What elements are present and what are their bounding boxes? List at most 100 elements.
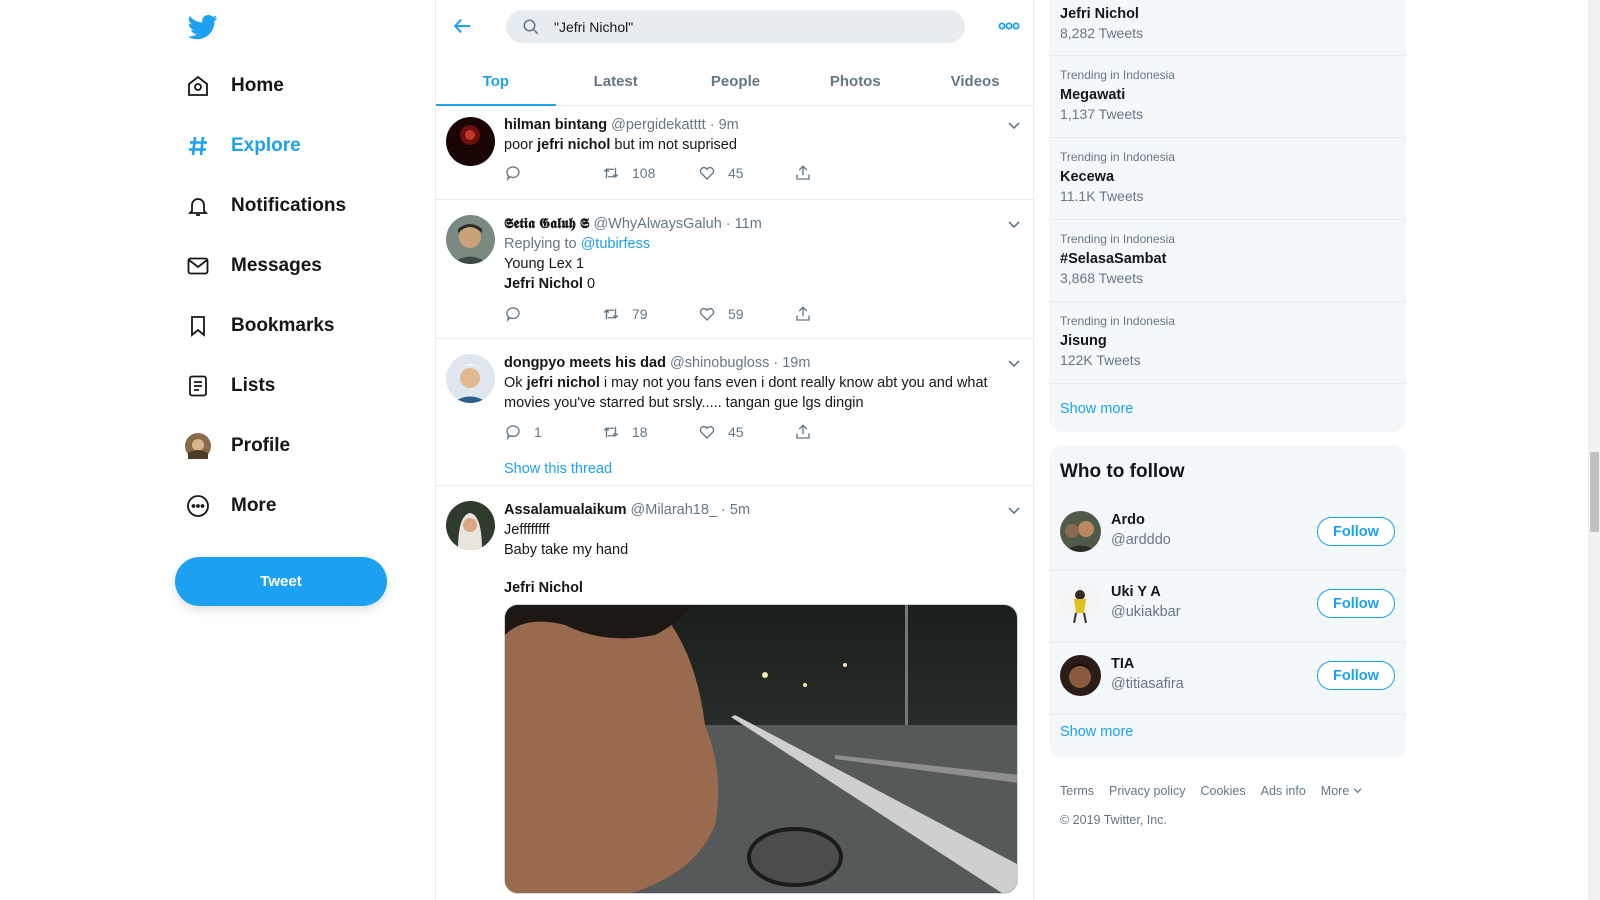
- follow-suggestion[interactable]: Uki Y A @ukiakbar Follow: [1049, 571, 1406, 643]
- tab-latest[interactable]: Latest: [556, 58, 676, 105]
- follow-suggestion[interactable]: TIA @titiasafira Follow: [1049, 643, 1406, 715]
- tab-photos[interactable]: Photos: [795, 58, 915, 105]
- trends-show-more[interactable]: Show more: [1060, 401, 1133, 417]
- more-options-icon[interactable]: [998, 19, 1020, 33]
- like-button[interactable]: 59: [698, 304, 744, 324]
- tab-videos[interactable]: Videos: [915, 58, 1035, 105]
- footer-more-link[interactable]: More: [1321, 784, 1362, 798]
- tweet-author-handle[interactable]: @shinobugloss: [670, 355, 769, 371]
- follow-suggestion-handle: @ukiakbar: [1111, 604, 1181, 620]
- follow-button[interactable]: Follow: [1317, 517, 1395, 546]
- footer-terms-link[interactable]: Terms: [1060, 784, 1094, 798]
- page-scrollbar[interactable]: [1588, 0, 1600, 900]
- retweet-button[interactable]: 18: [602, 422, 648, 442]
- nav-bookmarks[interactable]: Bookmarks: [185, 306, 335, 346]
- avatar[interactable]: [446, 117, 495, 166]
- tab-people[interactable]: People: [676, 58, 796, 105]
- tweet-timestamp[interactable]: 9m: [719, 117, 739, 133]
- tweet-button[interactable]: Tweet: [175, 557, 387, 606]
- trend-item[interactable]: Jefri Nichol 8,282 Tweets: [1049, 0, 1406, 56]
- tweet-photo[interactable]: [504, 604, 1018, 894]
- tweet-text-part: but im not suprised: [610, 137, 737, 153]
- tweet[interactable]: dongpyo meets his dad @shinobugloss · 19…: [436, 339, 1035, 486]
- tweet-header: dongpyo meets his dad @shinobugloss · 19…: [504, 355, 811, 371]
- search-results-column: "Jefri Nichol" Top Latest People Photos …: [435, 0, 1035, 900]
- retweet-icon: [603, 426, 619, 438]
- chevron-down-icon[interactable]: [1007, 503, 1021, 517]
- who-to-follow-show-more[interactable]: Show more: [1060, 724, 1133, 740]
- back-arrow-icon[interactable]: [452, 15, 474, 37]
- nav-explore-label: Explore: [231, 135, 301, 156]
- chevron-down-icon[interactable]: [1007, 356, 1021, 370]
- tweet-timestamp[interactable]: 11m: [735, 216, 762, 232]
- tweet-author-handle[interactable]: @pergidekatttt: [611, 117, 706, 133]
- nav-profile[interactable]: Profile: [185, 426, 290, 466]
- reply-button[interactable]: [504, 163, 534, 183]
- tweet-text-part: Ok: [504, 375, 527, 391]
- avatar[interactable]: [1060, 583, 1101, 624]
- tweet-timestamp[interactable]: 19m: [782, 355, 810, 371]
- follow-suggestion-name[interactable]: Uki Y A: [1111, 584, 1161, 600]
- chevron-down-icon[interactable]: [1007, 118, 1021, 132]
- replying-to-link[interactable]: @tubirfess: [581, 236, 651, 252]
- search-input[interactable]: "Jefri Nichol": [506, 10, 965, 43]
- nav-notifications[interactable]: Notifications: [185, 186, 346, 226]
- footer-ads-info-link[interactable]: Ads info: [1261, 784, 1306, 798]
- tweet-author-name[interactable]: hilman bintang: [504, 117, 607, 133]
- share-button[interactable]: [794, 422, 824, 442]
- reply-button[interactable]: 1: [504, 422, 542, 442]
- tweet[interactable]: 𝕾𝖊𝖙𝖎𝖆 𝕲𝖆𝖑𝖚𝖍 𝕾 @WhyAlwaysGaluh · 11m Repl…: [436, 200, 1035, 339]
- nav-messages[interactable]: Messages: [185, 246, 322, 286]
- footer-privacy-link[interactable]: Privacy policy: [1109, 784, 1185, 798]
- trend-item[interactable]: Trending in Indonesia Megawati 1,137 Twe…: [1049, 56, 1406, 138]
- nav-home[interactable]: Home: [185, 66, 284, 106]
- follow-suggestion-name[interactable]: Ardo: [1111, 512, 1145, 528]
- trend-item[interactable]: Trending in Indonesia #SelasaSambat 3,86…: [1049, 220, 1406, 302]
- tweet-timestamp[interactable]: 5m: [730, 502, 750, 518]
- reply-button[interactable]: [504, 304, 534, 324]
- like-count: 59: [728, 306, 744, 322]
- trend-item[interactable]: Trending in Indonesia Kecewa 11.1K Tweet…: [1049, 138, 1406, 220]
- tweet-author-name[interactable]: dongpyo meets his dad: [504, 355, 666, 371]
- tweet-author-handle[interactable]: @Milarah18_: [631, 502, 717, 518]
- follow-suggestion[interactable]: Ardo @ardddo Follow: [1049, 499, 1406, 571]
- scrollbar-thumb[interactable]: [1590, 452, 1599, 532]
- tweet[interactable]: Assalamualaikum @Milarah18_ · 5m Jefffff…: [436, 486, 1035, 900]
- avatar[interactable]: [1060, 511, 1101, 552]
- like-button[interactable]: 45: [698, 163, 744, 183]
- tweet-author-name[interactable]: Assalamualaikum: [504, 502, 627, 518]
- tweet-author-handle[interactable]: @WhyAlwaysGaluh: [593, 216, 721, 232]
- share-button[interactable]: [794, 163, 824, 183]
- like-button[interactable]: 45: [698, 422, 744, 442]
- follow-button[interactable]: Follow: [1317, 589, 1395, 618]
- follow-button[interactable]: Follow: [1317, 661, 1395, 690]
- retweet-button[interactable]: 79: [602, 304, 648, 324]
- nav-explore[interactable]: Explore: [185, 126, 301, 166]
- retweet-button[interactable]: 108: [602, 163, 655, 183]
- twitter-bird-icon[interactable]: [188, 12, 218, 42]
- chevron-down-icon: [1353, 788, 1362, 794]
- avatar[interactable]: [446, 354, 495, 403]
- avatar[interactable]: [446, 215, 495, 264]
- tweet[interactable]: hilman bintang @pergidekatttt · 9m poor …: [436, 107, 1035, 200]
- trend-name: Jisung: [1060, 333, 1107, 349]
- follow-suggestion-name[interactable]: TIA: [1111, 656, 1134, 672]
- home-icon: [185, 73, 211, 99]
- tweet-text-highlight: Jefri Nichol: [504, 580, 583, 596]
- avatar[interactable]: [1060, 655, 1101, 696]
- share-button[interactable]: [794, 304, 824, 324]
- tab-top[interactable]: Top: [436, 58, 556, 106]
- tweet-text: poor jefri nichol but im not suprised: [504, 135, 1023, 155]
- tweet-author-name[interactable]: 𝕾𝖊𝖙𝖎𝖆 𝕲𝖆𝖑𝖚𝖍 𝕾: [504, 216, 589, 232]
- tweet-text-highlight: Jefri Nichol: [504, 276, 583, 292]
- nav-more[interactable]: More: [185, 486, 276, 526]
- avatar[interactable]: [446, 501, 495, 550]
- nav-lists[interactable]: Lists: [185, 366, 275, 406]
- trend-item[interactable]: Trending in Indonesia Jisung 122K Tweets: [1049, 302, 1406, 384]
- chevron-down-icon[interactable]: [1007, 217, 1021, 231]
- tweet-text: Jefri Nichol: [504, 578, 1023, 598]
- show-thread-link[interactable]: Show this thread: [504, 461, 612, 477]
- footer-cookies-link[interactable]: Cookies: [1200, 784, 1245, 798]
- tweet-text: Jeffffffff: [504, 522, 550, 538]
- trend-count: 3,868 Tweets: [1060, 270, 1144, 286]
